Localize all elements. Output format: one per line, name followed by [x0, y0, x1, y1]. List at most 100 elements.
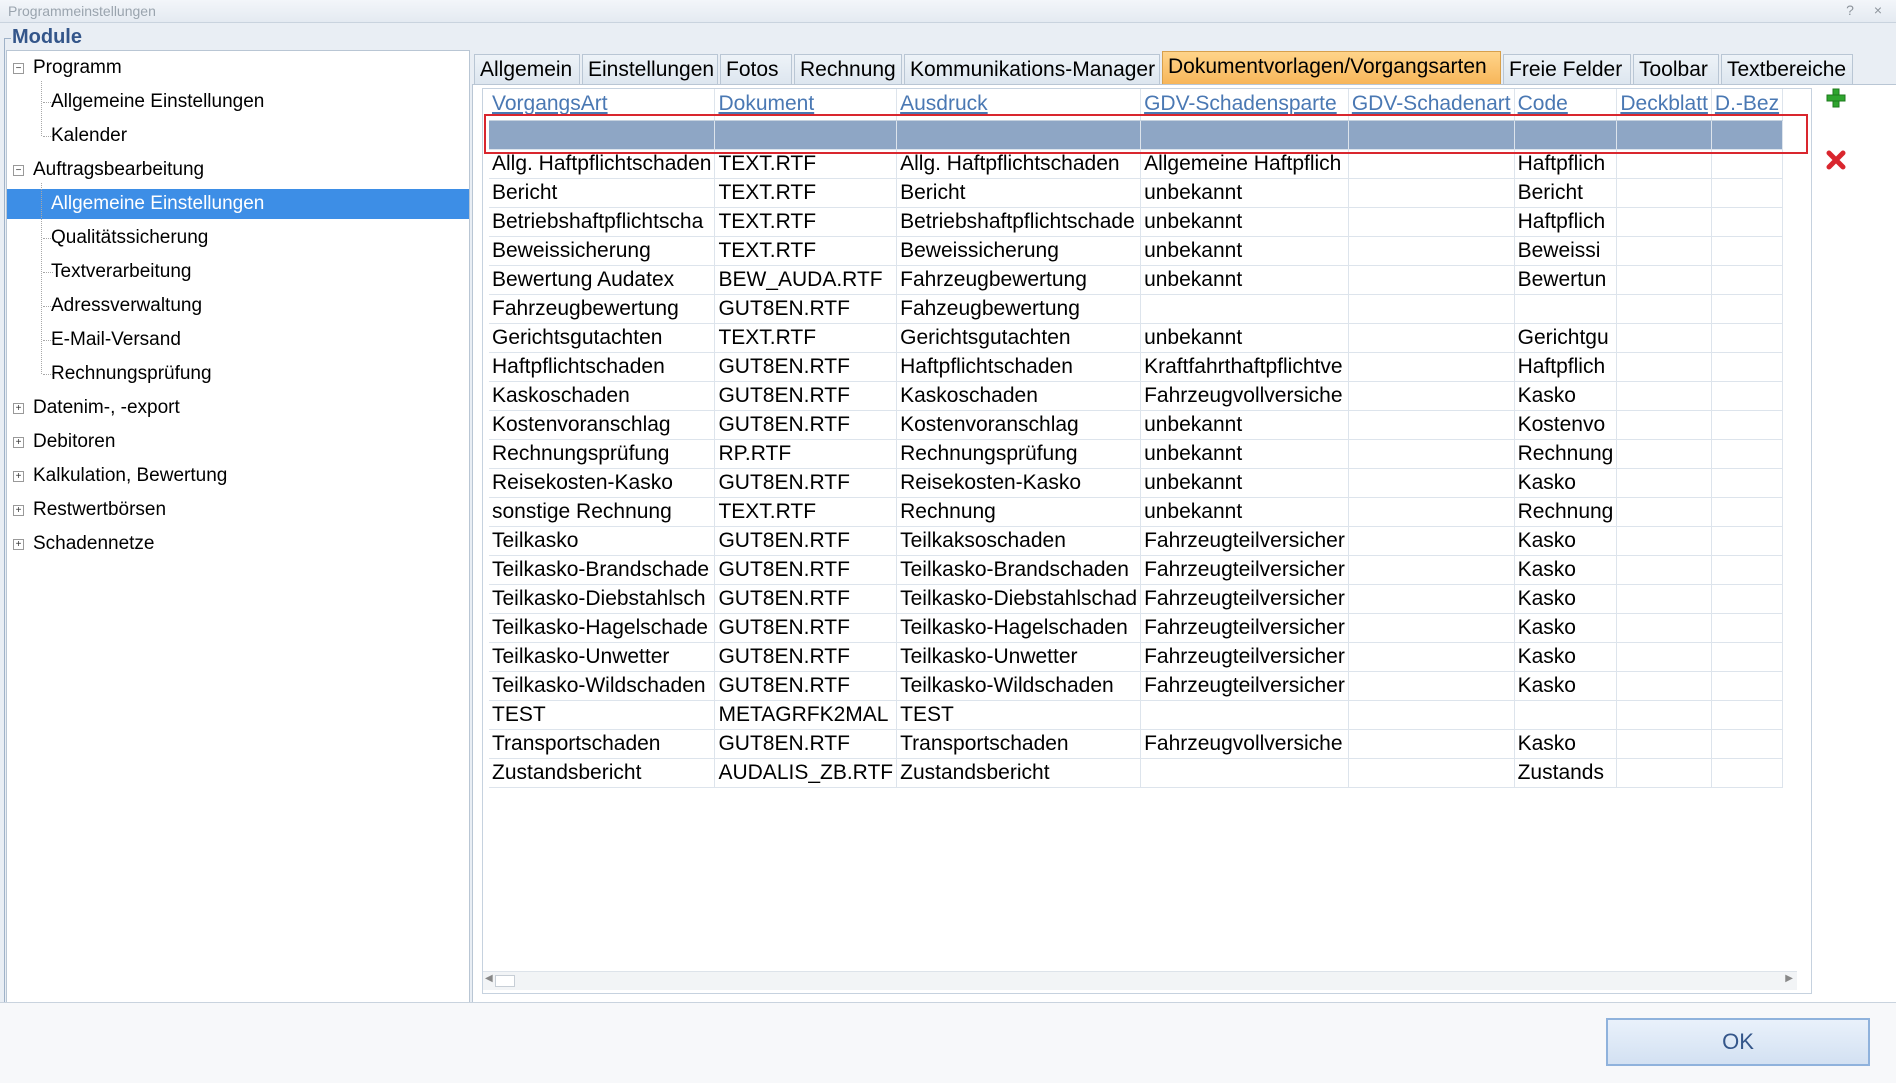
table-cell[interactable]: [1711, 468, 1784, 498]
tree-item[interactable]: Auftragsbearbeitung: [33, 155, 204, 185]
table-cell[interactable]: GUT8EN.RTF: [714, 526, 898, 556]
table-cell[interactable]: [1616, 497, 1712, 527]
table-cell[interactable]: TEST: [489, 700, 716, 730]
table-row[interactable]: Teilkasko GUT8EN.RTF Teilkaksoschaden Fahrz…: [489, 526, 1784, 556]
table-cell[interactable]: [1348, 497, 1515, 527]
table-cell[interactable]: Reisekosten-Kasko: [489, 468, 716, 498]
table-cell[interactable]: [1711, 642, 1784, 672]
table-cell[interactable]: Fahrzeugteilversicher: [1140, 584, 1349, 614]
table-cell[interactable]: Kraftfahrthaftpflichtve: [1140, 352, 1349, 382]
table-cell[interactable]: [1348, 178, 1515, 208]
table-cell[interactable]: Teilkaksoschaden: [896, 526, 1142, 556]
new-row-cell[interactable]: [896, 120, 1142, 150]
table-cell[interactable]: METAGRFK2MAL: [714, 700, 898, 730]
tab-toolbar[interactable]: Toolbar: [1633, 54, 1719, 84]
table-cell[interactable]: [1616, 236, 1712, 266]
table-cell[interactable]: Rechnungsprüfung: [489, 439, 716, 469]
tree-item[interactable]: Adressverwaltung: [51, 291, 202, 321]
table-cell[interactable]: BEW_AUDA.RTF: [714, 265, 898, 295]
table-cell[interactable]: GUT8EN.RTF: [714, 613, 898, 643]
table-cell[interactable]: Fahzeugbewertung: [896, 294, 1142, 324]
table-cell[interactable]: Beweissicherung: [896, 236, 1142, 266]
table-cell[interactable]: [1348, 526, 1515, 556]
table-cell[interactable]: [1348, 584, 1515, 614]
table-cell[interactable]: [1616, 729, 1712, 759]
table-row[interactable]: Kaskoschaden GUT8EN.RTF Kaskoschaden Fahrze…: [489, 381, 1784, 411]
module-tree[interactable]: − Programm Allgemeine Einstellungen Kalende…: [6, 50, 470, 1004]
table-cell[interactable]: GUT8EN.RTF: [714, 584, 898, 614]
table-cell[interactable]: TEXT.RTF: [714, 323, 898, 353]
table-cell[interactable]: Transportschaden: [896, 729, 1142, 759]
table-row[interactable]: Betriebshaftpflichtscha TEXT.RTF Betriebsh…: [489, 207, 1784, 237]
table-cell[interactable]: GUT8EN.RTF: [714, 642, 898, 672]
table-row[interactable]: Haftpflichtschaden GUT8EN.RTF Haftpflichts…: [489, 352, 1784, 382]
table-cell[interactable]: GUT8EN.RTF: [714, 671, 898, 701]
table-row[interactable]: Teilkasko-Brandschade GUT8EN.RTF Teilkasko…: [489, 555, 1784, 585]
table-cell[interactable]: Teilkasko-Unwetter: [489, 642, 716, 672]
tree-item[interactable]: Textverarbeitung: [51, 257, 191, 287]
table-cell[interactable]: GUT8EN.RTF: [714, 294, 898, 324]
table-cell[interactable]: [1616, 178, 1712, 208]
table-cell[interactable]: GUT8EN.RTF: [714, 352, 898, 382]
table-row[interactable]: Rechnungsprüfung RP.RTF Rechnungsprüfung un…: [489, 439, 1784, 469]
table-cell[interactable]: GUT8EN.RTF: [714, 381, 898, 411]
table-cell[interactable]: Bericht: [896, 178, 1142, 208]
table-cell[interactable]: [1616, 584, 1712, 614]
tree-expander-icon[interactable]: −: [13, 165, 24, 176]
table-cell[interactable]: unbekannt: [1140, 439, 1349, 469]
table-cell[interactable]: Kasko: [1514, 468, 1618, 498]
table-cell[interactable]: [1348, 613, 1515, 643]
table-row[interactable]: Beweissicherung TEXT.RTF Beweissicherung un…: [489, 236, 1784, 266]
table-cell[interactable]: Kostenvoranschlag: [489, 410, 716, 440]
close-button[interactable]: ×: [1874, 2, 1890, 18]
tree-item[interactable]: Programm: [33, 53, 122, 83]
table-cell[interactable]: Teilkasko-Brandschade: [489, 555, 716, 585]
ok-button[interactable]: OK: [1606, 1018, 1870, 1066]
new-row-cell[interactable]: [1348, 120, 1515, 150]
table-cell[interactable]: sonstige Rechnung: [489, 497, 716, 527]
tab-kommunikations-manager[interactable]: Kommunikations-Manager: [904, 54, 1160, 84]
table-row[interactable]: Bericht TEXT.RTF Bericht unbekannt Bericht: [489, 178, 1784, 208]
table-cell[interactable]: Fahrzeugteilversicher: [1140, 526, 1349, 556]
table-cell[interactable]: Kasko: [1514, 671, 1618, 701]
table-cell[interactable]: Gerichtsgutachten: [896, 323, 1142, 353]
table-cell[interactable]: Rechnungsprüfung: [896, 439, 1142, 469]
table-cell[interactable]: Teilkasko-Wildschaden: [896, 671, 1142, 701]
table-cell[interactable]: [1348, 207, 1515, 237]
table-cell[interactable]: Beweissicherung: [489, 236, 716, 266]
table-cell[interactable]: [1348, 236, 1515, 266]
table-cell[interactable]: Kaskoschaden: [896, 381, 1142, 411]
table-cell[interactable]: AUDALIS_ZB.RTF: [714, 758, 898, 788]
tree-item[interactable]: Qualitätssicherung: [51, 223, 208, 253]
table-cell[interactable]: [1616, 323, 1712, 353]
table-cell[interactable]: GUT8EN.RTF: [714, 555, 898, 585]
table-cell[interactable]: unbekannt: [1140, 323, 1349, 353]
table-cell[interactable]: Kasko: [1514, 613, 1618, 643]
table-cell[interactable]: [1348, 729, 1515, 759]
tree-item[interactable]: Rechnungsprüfung: [51, 359, 212, 389]
table-cell[interactable]: [1711, 613, 1784, 643]
table-cell[interactable]: GUT8EN.RTF: [714, 729, 898, 759]
help-button[interactable]: ?: [1846, 2, 1862, 18]
tab-allgemein[interactable]: Allgemein: [474, 54, 580, 84]
table-cell[interactable]: TEXT.RTF: [714, 149, 898, 179]
x-icon[interactable]: [1826, 150, 1846, 170]
table-cell[interactable]: Teilkasko-Diebstahlschad: [896, 584, 1142, 614]
table-row[interactable]: Allg. Haftpflichtschaden TEXT.RTF Allg. Ha…: [489, 149, 1784, 179]
table-cell[interactable]: TEXT.RTF: [714, 236, 898, 266]
table-cell[interactable]: Haftpflich: [1514, 149, 1618, 179]
table-cell[interactable]: Teilkasko-Brandschaden: [896, 555, 1142, 585]
table-cell[interactable]: Haftpflichtschaden: [489, 352, 716, 382]
tree-expander-icon[interactable]: +: [13, 505, 24, 516]
table-cell[interactable]: [1616, 265, 1712, 295]
column-header[interactable]: VorgangsArt: [489, 89, 716, 121]
table-row[interactable]: Teilkasko-Wildschaden GUT8EN.RTF Teilkasko…: [489, 671, 1784, 701]
table-cell[interactable]: [1616, 439, 1712, 469]
table-cell[interactable]: Teilkasko-Wildschaden: [489, 671, 716, 701]
plus-icon[interactable]: [1826, 88, 1846, 108]
tree-item[interactable]: Debitoren: [33, 427, 115, 457]
table-cell[interactable]: Bericht: [489, 178, 716, 208]
table-row[interactable]: Reisekosten-Kasko GUT8EN.RTF Reisekosten-K…: [489, 468, 1784, 498]
table-cell[interactable]: [1348, 381, 1515, 411]
table-cell[interactable]: [1711, 149, 1784, 179]
